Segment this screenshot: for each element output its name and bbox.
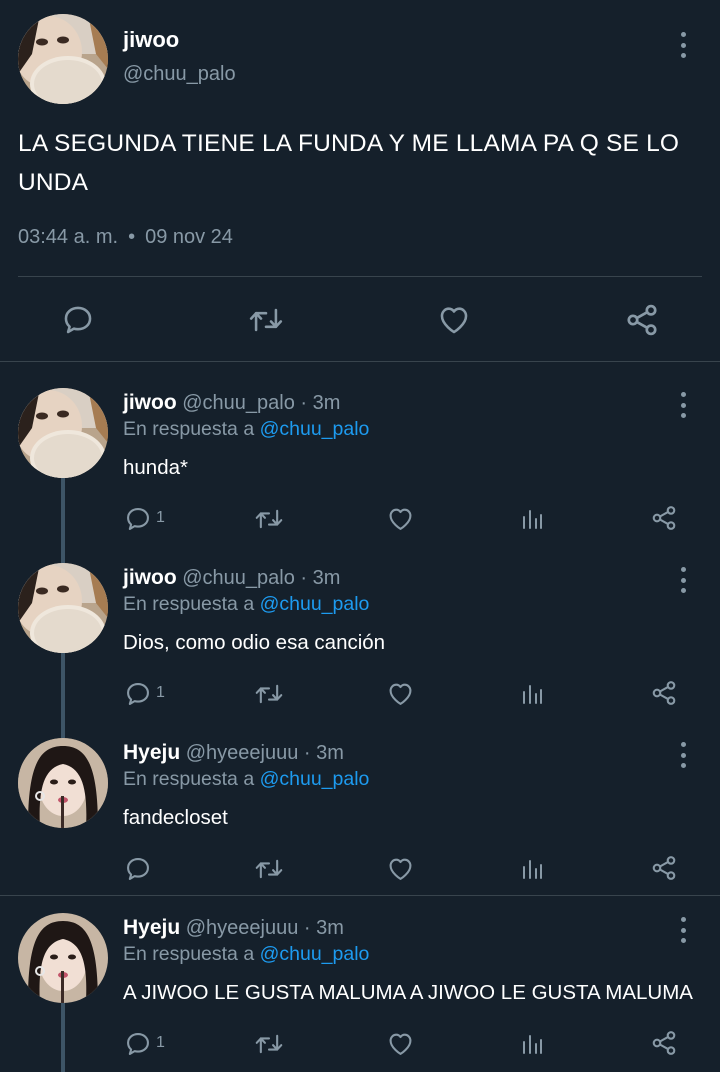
reply-header: Hyeju @hyeeejuuu · 3m — [123, 916, 344, 940]
main-tweet: jiwoo @chuu_palo LA SEGUNDA TIENE LA FUN… — [0, 0, 720, 362]
author-name[interactable]: jiwoo — [123, 27, 179, 53]
author-name[interactable]: jiwoo — [123, 566, 177, 589]
vertical-dots-icon[interactable] — [678, 32, 688, 58]
avatar[interactable] — [18, 738, 108, 828]
reply-item[interactable]: jiwoo @chuu_palo · 3m En respuesta a @ch… — [0, 563, 720, 739]
vertical-dots-icon[interactable] — [678, 917, 688, 943]
reply-text: Dios, como odio esa canción — [123, 631, 386, 654]
bar-chart-icon[interactable] — [520, 506, 544, 532]
reply-count: 1 — [156, 509, 165, 526]
in-reply-to: En respuesta a @chuu_palo — [123, 593, 369, 616]
retweet-icon[interactable] — [247, 303, 285, 337]
speech-bubble-icon[interactable] — [124, 855, 152, 883]
speech-bubble-icon[interactable] — [124, 1030, 152, 1058]
reply-text: hunda* — [123, 456, 188, 479]
tweet-text: LA SEGUNDA TIENE LA FUNDA Y ME LLAMA PA … — [18, 130, 680, 196]
author-handle[interactable]: @chuu_palo — [123, 63, 236, 86]
heart-icon[interactable] — [386, 680, 415, 708]
in-reply-prefix: En respuesta a — [123, 943, 255, 965]
retweet-icon[interactable] — [253, 505, 285, 533]
reply-text: fandecloset — [123, 806, 228, 829]
reply-header: jiwoo @chuu_palo · 3m — [123, 566, 340, 590]
author-name[interactable]: Hyeju — [123, 741, 180, 764]
author-name[interactable]: jiwoo — [123, 391, 177, 414]
vertical-dots-icon[interactable] — [678, 392, 688, 418]
speech-bubble-icon[interactable] — [124, 680, 152, 708]
avatar-image — [18, 738, 108, 828]
reply-count: 1 — [156, 1034, 165, 1051]
thread-line — [61, 478, 65, 564]
vertical-dots-icon[interactable] — [678, 742, 688, 768]
avatar-image — [18, 913, 108, 1003]
speech-bubble-icon[interactable] — [61, 303, 95, 337]
heart-icon[interactable] — [386, 505, 415, 533]
in-reply-prefix: En respuesta a — [123, 768, 255, 790]
share-icon[interactable] — [624, 302, 660, 338]
heart-icon[interactable] — [436, 303, 472, 337]
divider — [18, 276, 702, 277]
share-icon[interactable] — [650, 679, 678, 707]
avatar[interactable] — [18, 388, 108, 478]
in-reply-prefix: En respuesta a — [123, 418, 255, 440]
in-reply-to: En respuesta a @chuu_palo — [123, 768, 369, 791]
share-icon[interactable] — [650, 1029, 678, 1057]
reply-time: · 3m — [300, 392, 341, 414]
avatar[interactable] — [18, 913, 108, 1003]
mention-link[interactable]: @chuu_palo — [260, 593, 370, 615]
reply-text: A JIWOO LE GUSTA MALUMA A JIWOO LE GUSTA… — [123, 981, 693, 1004]
mention-link[interactable]: @chuu_palo — [260, 418, 370, 440]
bar-chart-icon[interactable] — [520, 681, 544, 707]
author-handle[interactable]: @chuu_palo — [182, 567, 295, 589]
avatar-image — [18, 388, 108, 478]
mention-link[interactable]: @chuu_palo — [260, 943, 370, 965]
tweet-time: 03:44 a. m. — [18, 226, 119, 248]
share-icon[interactable] — [650, 854, 678, 882]
reply-item[interactable]: Hyeju @hyeeejuuu · 3m En respuesta a @ch… — [0, 738, 720, 896]
avatar-image — [18, 14, 108, 104]
reply-item[interactable]: jiwoo @chuu_palo · 3m En respuesta a @ch… — [0, 388, 720, 564]
meta-separator: • — [128, 226, 136, 248]
in-reply-to: En respuesta a @chuu_palo — [123, 418, 369, 441]
vertical-dots-icon[interactable] — [678, 567, 688, 593]
tweet-timestamp: 03:44 a. m. • 09 nov 24 — [18, 226, 233, 249]
reply-count: 1 — [156, 684, 165, 701]
mention-link[interactable]: @chuu_palo — [260, 768, 370, 790]
author-handle[interactable]: @chuu_palo — [182, 392, 295, 414]
heart-icon[interactable] — [386, 855, 415, 883]
bar-chart-icon[interactable] — [520, 1031, 544, 1057]
reply-item[interactable]: Hyeju @hyeeejuuu · 3m En respuesta a @ch… — [0, 913, 720, 1072]
author-handle[interactable]: @hyeeejuuu — [186, 742, 299, 764]
bar-chart-icon[interactable] — [520, 856, 544, 882]
retweet-icon[interactable] — [253, 855, 285, 883]
avatar[interactable] — [18, 14, 108, 104]
retweet-icon[interactable] — [253, 1030, 285, 1058]
in-reply-prefix: En respuesta a — [123, 593, 255, 615]
avatar[interactable] — [18, 563, 108, 653]
reply-time: · 3m — [303, 917, 344, 939]
share-icon[interactable] — [650, 504, 678, 532]
thread-line — [61, 1003, 65, 1072]
reply-header: jiwoo @chuu_palo · 3m — [123, 391, 340, 415]
author-handle[interactable]: @hyeeejuuu — [186, 917, 299, 939]
speech-bubble-icon[interactable] — [124, 505, 152, 533]
tweet-date: 09 nov 24 — [145, 226, 233, 248]
reply-time: · 3m — [303, 742, 344, 764]
thread-line — [61, 653, 65, 739]
in-reply-to: En respuesta a @chuu_palo — [123, 943, 369, 966]
reply-time: · 3m — [300, 567, 341, 589]
heart-icon[interactable] — [386, 1030, 415, 1058]
author-name[interactable]: Hyeju — [123, 916, 180, 939]
reply-header: Hyeju @hyeeejuuu · 3m — [123, 741, 344, 765]
retweet-icon[interactable] — [253, 680, 285, 708]
avatar-image — [18, 563, 108, 653]
